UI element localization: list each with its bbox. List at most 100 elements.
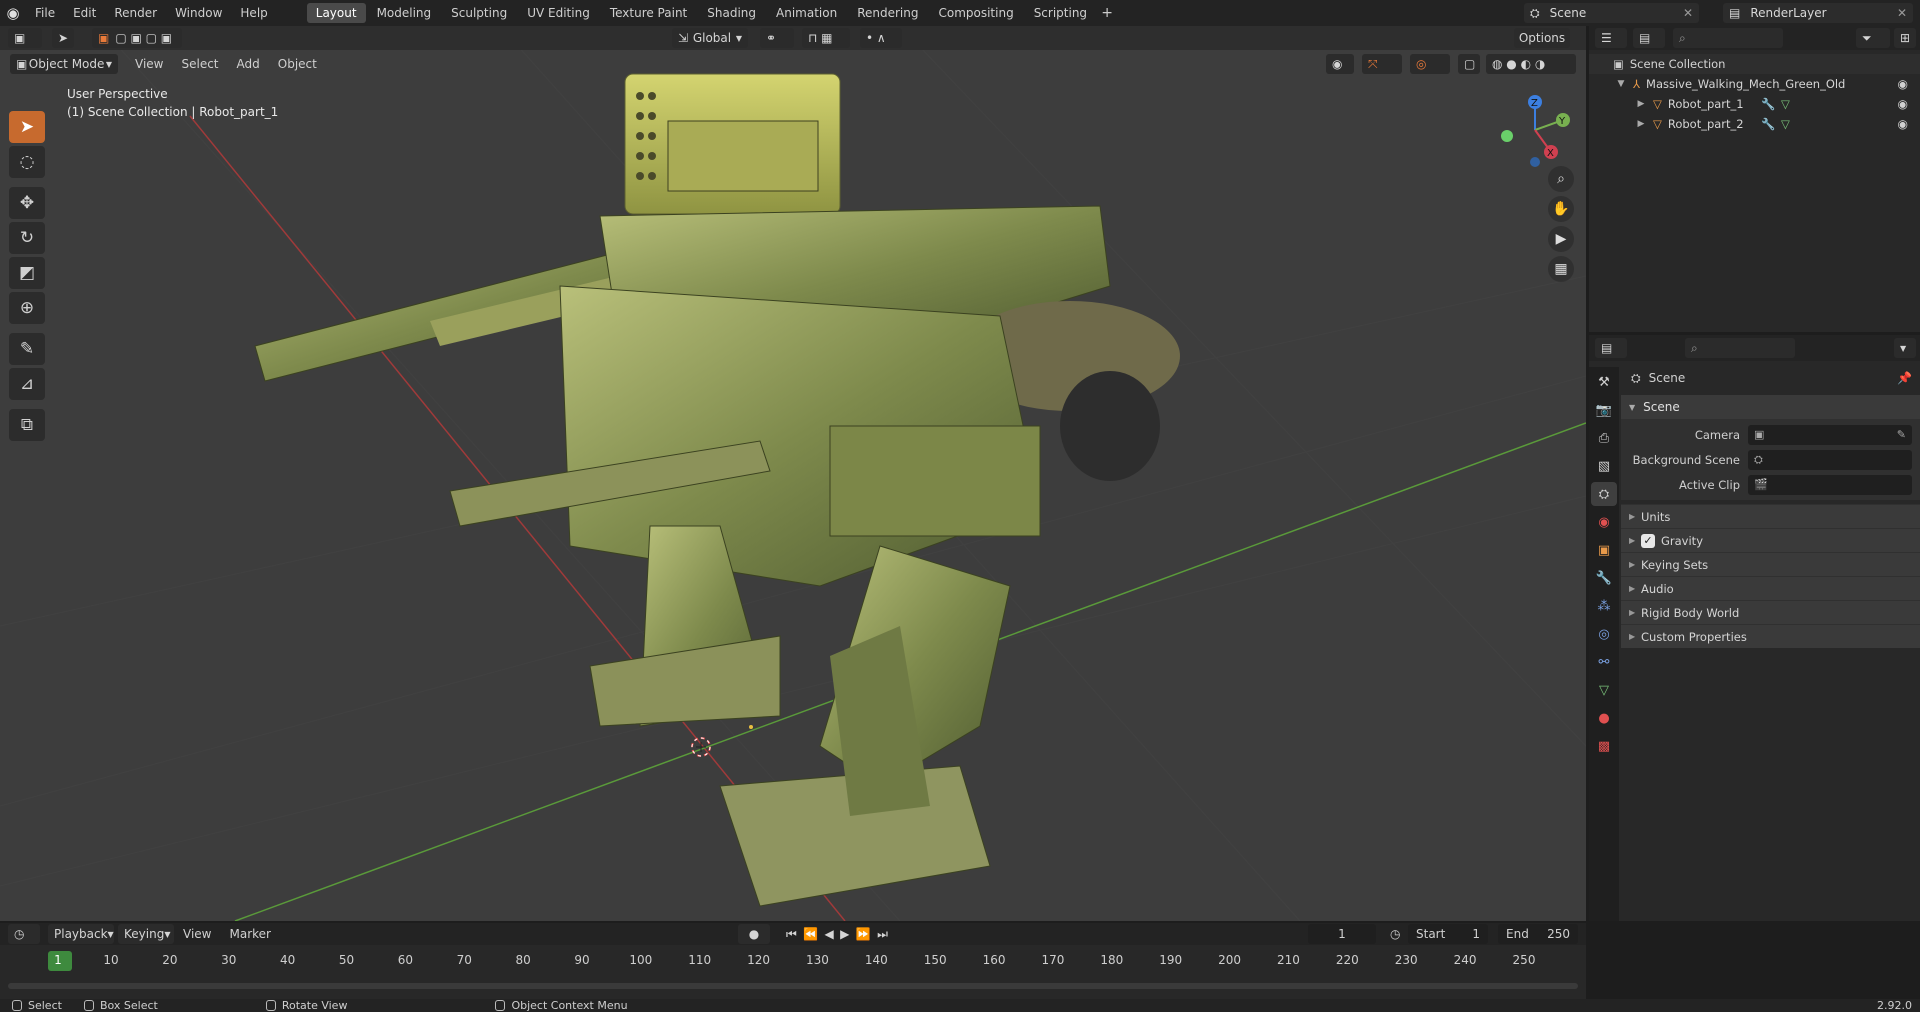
scene-panel-header[interactable]: ▼ Scene <box>1621 395 1920 419</box>
close-icon[interactable]: ✕ <box>1897 6 1907 20</box>
scene-tab[interactable]: ⛭ <box>1591 482 1617 506</box>
menu-help[interactable]: Help <box>231 0 276 26</box>
gizmo-toggle[interactable]: ⤧ <box>1362 54 1402 74</box>
tab-sculpting[interactable]: Sculpting <box>442 3 516 23</box>
active-clip-field[interactable]: 🎬 <box>1748 474 1912 495</box>
select-tool-button[interactable]: ➤ <box>52 28 74 48</box>
stopwatch-icon[interactable]: ◷ <box>1390 927 1400 941</box>
visibility-dropdown[interactable]: ◉ <box>1326 54 1354 74</box>
navigation-gizmo[interactable]: Z Y X <box>1495 90 1575 170</box>
options-button[interactable]: Options <box>1514 28 1570 48</box>
filter-dropdown[interactable]: ⏷ <box>1856 28 1890 48</box>
playback-dropdown[interactable]: Playback ▼ <box>48 924 114 944</box>
camera-view-icon[interactable]: ▶ <box>1548 226 1574 252</box>
outliner-search-input[interactable]: ⌕ <box>1673 28 1783 48</box>
move-tool[interactable]: ✥ <box>9 187 45 219</box>
material-tab[interactable]: ● <box>1591 706 1617 730</box>
display-mode-dropdown[interactable]: ▤ <box>1633 28 1665 48</box>
rotate-tool[interactable]: ↻ <box>9 222 45 254</box>
outliner-item-mech[interactable]: ▼ ⅄ Massive_Walking_Mech_Green_Old ◉ <box>1589 74 1920 94</box>
physics-tab[interactable]: ◎ <box>1591 622 1617 646</box>
eye-icon[interactable]: ◉ <box>1898 97 1908 111</box>
constraints-tab[interactable]: ⚯ <box>1591 650 1617 674</box>
menu-window[interactable]: Window <box>166 0 231 26</box>
menu-add[interactable]: Add <box>228 57 269 71</box>
pan-hand-icon[interactable]: ✋ <box>1548 196 1574 222</box>
audio-panel[interactable]: ▶ Audio <box>1621 576 1920 600</box>
timeline-menu-marker[interactable]: Marker <box>220 927 279 941</box>
auto-keying-button[interactable]: ● <box>737 924 770 944</box>
render-tab[interactable]: 📷 <box>1591 398 1617 422</box>
scene-selector[interactable]: ⛭ Scene ✕ <box>1524 3 1699 23</box>
timeline-scrollbar[interactable] <box>8 983 1578 989</box>
units-panel[interactable]: ▶ Units <box>1621 504 1920 528</box>
current-frame-field[interactable]: 1 <box>1308 924 1376 944</box>
eye-icon[interactable]: ◉ <box>1898 117 1908 131</box>
transform-tool[interactable]: ⊕ <box>9 292 45 324</box>
tab-rendering[interactable]: Rendering <box>848 3 927 23</box>
menu-file[interactable]: File <box>26 0 64 26</box>
custom-properties-panel[interactable]: ▶ Custom Properties <box>1621 624 1920 648</box>
particles-tab[interactable]: ⁂ <box>1591 594 1617 618</box>
cursor-tool[interactable]: ◌ <box>9 146 45 178</box>
expand-arrow-icon[interactable]: ▶ <box>1635 99 1647 109</box>
object-tab[interactable]: ▣ <box>1591 538 1617 562</box>
mech-model[interactable] <box>254 73 1180 907</box>
texture-tab[interactable]: ▩ <box>1591 734 1617 758</box>
pin-icon[interactable]: 📌 <box>1897 371 1912 385</box>
modifiers-tab[interactable]: 🔧 <box>1591 566 1617 590</box>
xray-toggle[interactable]: ▢ <box>1458 54 1480 74</box>
timeline-ruler[interactable]: 1 10 20 30 40 50 60 70 80 90 100 110 120 130 140 150 160… <box>8 949 1586 973</box>
data-tab[interactable]: ▽ <box>1591 678 1617 702</box>
properties-options[interactable]: ▼ <box>1894 338 1916 358</box>
menu-edit[interactable]: Edit <box>64 0 105 26</box>
add-cube-tool[interactable]: ⧉ <box>9 409 45 441</box>
outliner-editor-type[interactable]: ☰ <box>1595 28 1627 48</box>
view-layer-selector[interactable]: ▤ RenderLayer ✕ <box>1723 3 1913 23</box>
transform-orientation-dropdown[interactable]: ⇲ Global ▼ <box>672 28 748 48</box>
tab-compositing[interactable]: Compositing <box>929 3 1022 23</box>
tab-modeling[interactable]: Modeling <box>368 3 441 23</box>
prev-keyframe-icon[interactable]: ⏪ <box>803 927 818 941</box>
start-frame-field[interactable]: Start 1 <box>1408 924 1488 944</box>
camera-field[interactable]: ▣ ✎ <box>1748 424 1912 445</box>
mode-dropdown[interactable]: ▣ Object Mode ▼ <box>10 54 118 74</box>
outliner-scene-collection[interactable]: ▣ Scene Collection <box>1589 54 1920 74</box>
play-reverse-icon[interactable]: ◀ <box>825 927 834 941</box>
jump-end-icon[interactable]: ⏭ <box>877 927 888 942</box>
end-frame-field[interactable]: End 250 <box>1498 924 1578 944</box>
properties-editor-type[interactable]: ▤ <box>1595 338 1627 358</box>
new-collection-button[interactable]: ⊞ <box>1894 28 1916 48</box>
keying-sets-panel[interactable]: ▶ Keying Sets <box>1621 552 1920 576</box>
timeline-editor-type[interactable]: ◷ <box>8 924 40 944</box>
menu-object[interactable]: Object <box>269 57 326 71</box>
tab-shading[interactable]: Shading <box>698 3 765 23</box>
close-icon[interactable]: ✕ <box>1683 6 1693 20</box>
expand-arrow-icon[interactable]: ▶ <box>1635 119 1647 129</box>
gravity-checkbox[interactable]: ✓ <box>1641 533 1655 548</box>
tool-tab[interactable]: ⚒ <box>1591 370 1617 394</box>
menu-select[interactable]: Select <box>172 57 227 71</box>
eye-icon[interactable]: ◉ <box>1898 77 1908 91</box>
world-tab[interactable]: ◉ <box>1591 510 1617 534</box>
tab-uv-editing[interactable]: UV Editing <box>518 3 599 23</box>
keying-dropdown[interactable]: Keying ▼ <box>118 924 174 944</box>
view-layer-tab[interactable]: ▧ <box>1591 454 1617 478</box>
rigid-body-world-panel[interactable]: ▶ Rigid Body World <box>1621 600 1920 624</box>
jump-start-icon[interactable]: ⏮ <box>786 927 797 942</box>
gravity-panel[interactable]: ▶ ✓ Gravity <box>1621 528 1920 552</box>
next-keyframe-icon[interactable]: ⏩ <box>856 927 871 941</box>
tab-scripting[interactable]: Scripting <box>1025 3 1096 23</box>
menu-view[interactable]: View <box>126 57 172 71</box>
expand-arrow-icon[interactable]: ▼ <box>1615 79 1627 89</box>
overlays-toggle[interactable]: ◎ <box>1410 54 1450 74</box>
tab-animation[interactable]: Animation <box>767 3 846 23</box>
menu-render[interactable]: Render <box>105 0 166 26</box>
snap-dropdown[interactable]: ⊓ ▦ <box>802 28 850 48</box>
scale-tool[interactable]: ◩ <box>9 257 45 289</box>
measure-tool[interactable]: ⊿ <box>9 368 45 400</box>
proportional-edit-dropdown[interactable]: • ∧ <box>860 28 902 48</box>
annotate-tool[interactable]: ✎ <box>9 333 45 365</box>
blender-logo-icon[interactable]: ◉ <box>0 0 26 26</box>
outliner-item-robot-part-2[interactable]: ▶ ▽ Robot_part_2 🔧 ▽ ◉ <box>1589 114 1920 134</box>
